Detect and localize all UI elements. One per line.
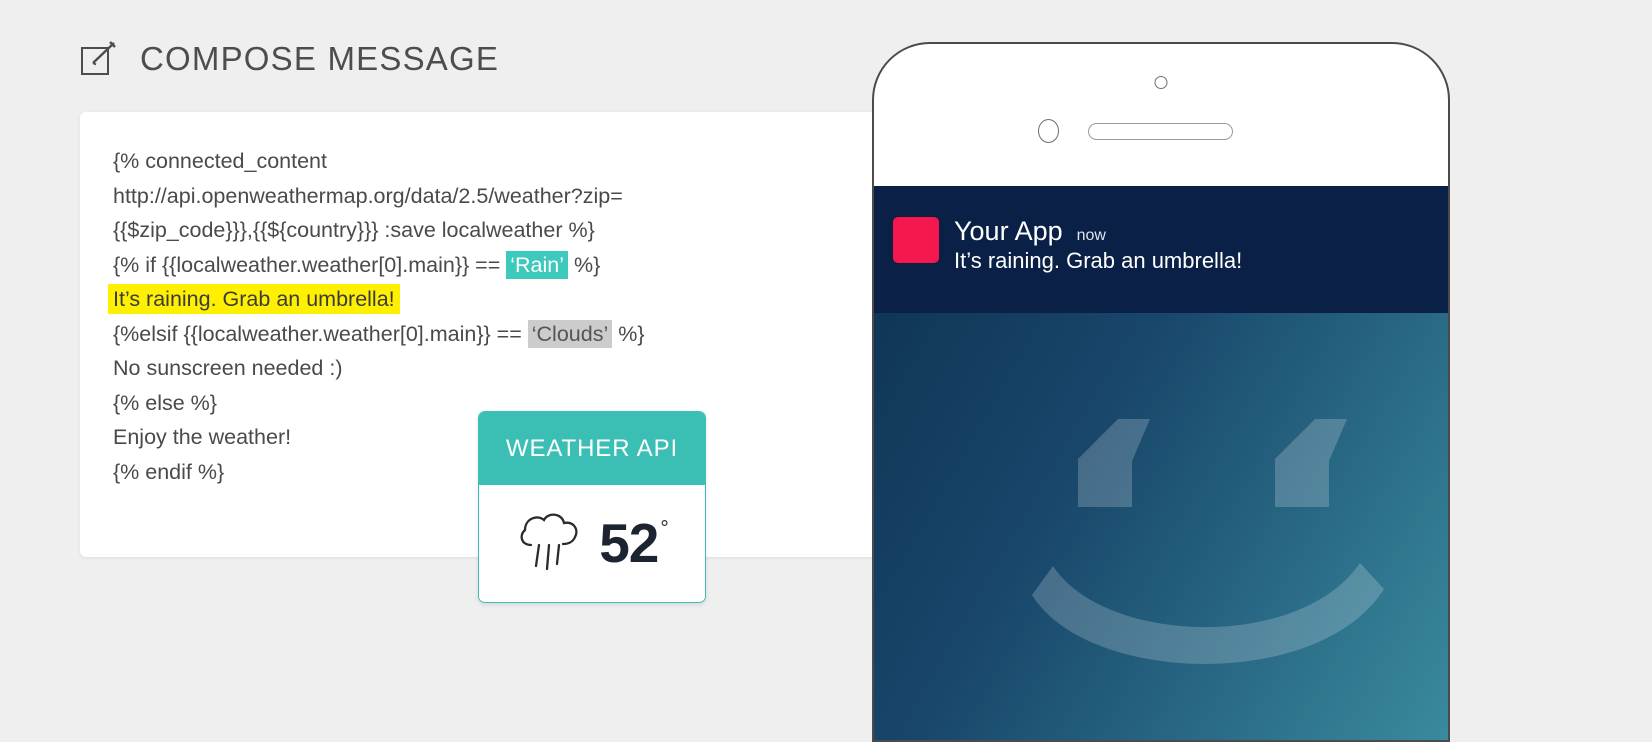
- app-icon: [893, 217, 939, 263]
- proximity-sensor-icon: [1154, 76, 1168, 89]
- rain-cloud-icon: [515, 508, 585, 579]
- weather-temperature-readout: 52 °: [599, 511, 669, 574]
- phone-mockup: Your App now It’s raining. Grab an umbre…: [872, 42, 1450, 742]
- code-line-4: {% if {{localweather.weather[0].main}} =…: [113, 248, 645, 283]
- app-name-label: Your App: [954, 216, 1063, 246]
- code-line-4-prefix: {% if {{localweather.weather[0].main}} =…: [113, 252, 507, 277]
- page-title: COMPOSE MESSAGE: [140, 40, 500, 77]
- code-line-3-text: {{$zip_code}}},{{${country}}} :save loca…: [113, 218, 595, 242]
- code-line-6-prefix: {%elsif {{localweather.weather[0].main}}…: [113, 321, 528, 346]
- degree-symbol-icon: °: [660, 516, 669, 540]
- code-line-10-text: {% endif %}: [113, 459, 225, 484]
- front-camera-icon: [1038, 119, 1059, 143]
- earpiece-speaker-icon: [1088, 123, 1233, 140]
- code-line-7: No sunscreen needed :): [113, 351, 645, 386]
- push-notification[interactable]: Your App now It’s raining. Grab an umbre…: [874, 186, 1448, 313]
- weather-api-card-title: WEATHER API: [505, 434, 679, 462]
- notification-message: It’s raining. Grab an umbrella!: [954, 248, 1243, 273]
- phone-screen: Your App now It’s raining. Grab an umbre…: [874, 186, 1448, 740]
- code-line-7-text: No sunscreen needed :): [113, 356, 343, 380]
- phone-wallpaper: [874, 313, 1448, 740]
- weather-api-card-header: WEATHER API: [479, 412, 705, 485]
- rain-message-highlight[interactable]: It’s raining. Grab an umbrella!: [108, 284, 400, 314]
- push-notification-texts: Your App now It’s raining. Grab an umbre…: [954, 216, 1242, 276]
- weather-temperature-value: 52: [599, 511, 659, 574]
- push-notification-row: Your App now It’s raining. Grab an umbre…: [893, 216, 1448, 276]
- page-header: COMPOSE MESSAGE: [80, 40, 499, 78]
- compose-pencil-icon: [80, 40, 118, 78]
- code-line-2-text: http://api.openweathermap.org/data/2.5/w…: [113, 183, 623, 208]
- rain-literal-highlight[interactable]: ‘Rain’: [506, 250, 569, 279]
- notification-timestamp: now: [1076, 227, 1106, 244]
- code-line-4-suffix: %}: [568, 252, 601, 277]
- push-notification-title-row: Your App now: [954, 216, 1242, 246]
- code-line-9-text: Enjoy the weather!: [113, 425, 292, 449]
- smiley-face-icon: [1032, 419, 1384, 664]
- clouds-literal-highlight[interactable]: ‘Clouds’: [527, 319, 613, 348]
- code-line-6: {%elsif {{localweather.weather[0].main}}…: [113, 317, 645, 352]
- code-line-8-text: {% else %}: [113, 390, 217, 415]
- code-line-5: It’s raining. Grab an umbrella!: [108, 282, 645, 317]
- code-line-6-suffix: %}: [612, 321, 645, 346]
- weather-api-card-body: 52 °: [479, 485, 705, 601]
- code-line-1-text: {% connected_content: [113, 149, 327, 173]
- weather-api-card[interactable]: WEATHER API 52 °: [478, 411, 706, 603]
- code-line-2: http://api.openweathermap.org/data/2.5/w…: [113, 179, 645, 214]
- code-line-1: {% connected_content: [113, 144, 645, 179]
- code-line-3: {{$zip_code}}},{{${country}}} :save loca…: [113, 213, 645, 248]
